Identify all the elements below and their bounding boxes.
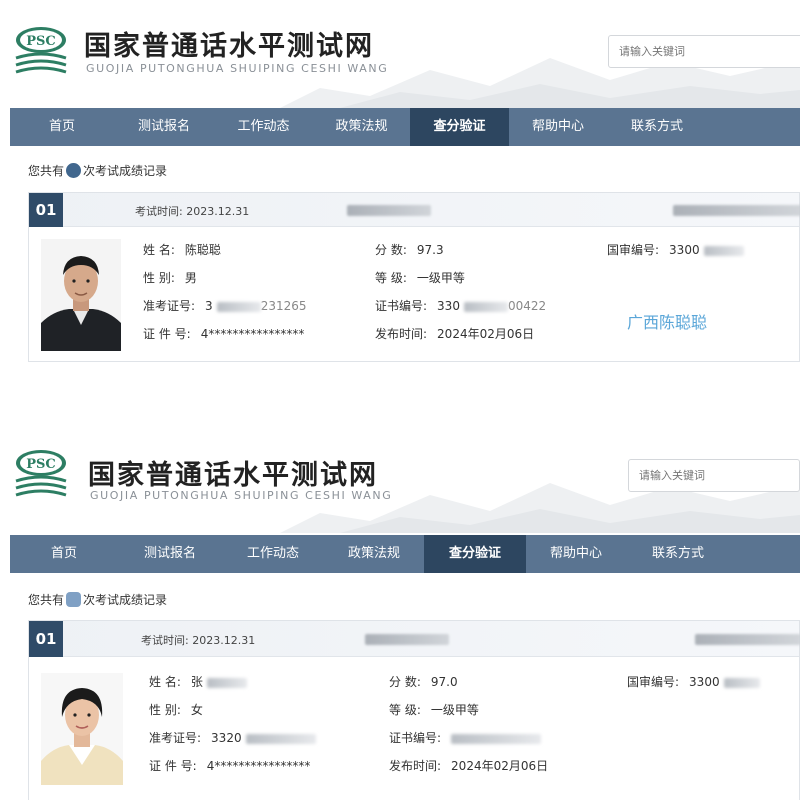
nav-contact[interactable]: 联系方式	[626, 535, 730, 573]
ticket-number-field: 准考证号: 3 231265	[143, 299, 307, 313]
nav-news[interactable]: 工作动态	[222, 535, 324, 573]
level-field: 等 级: 一级甲等	[375, 271, 465, 285]
record-count-line: 您共有 次考试成绩记录	[28, 162, 167, 179]
svg-text:PSC: PSC	[26, 457, 56, 472]
site-subtitle: GUOJIA PUTONGHUA SHUIPING CESHI WANG	[90, 489, 393, 502]
exam-time: 考试时间: 2023.12.31	[135, 205, 250, 218]
record-count-line: 您共有 次考试成绩记录	[28, 591, 167, 608]
candidate-photo	[41, 673, 123, 785]
record-count-suffix: 次考试成绩记录	[83, 164, 168, 178]
record-index: 01	[29, 621, 63, 657]
name-field: 姓 名: 张	[149, 673, 247, 690]
record-count-suffix: 次考试成绩记录	[83, 593, 168, 607]
redacted-block	[695, 634, 800, 645]
redacted-block	[673, 205, 800, 216]
nav-register[interactable]: 测试报名	[114, 108, 214, 146]
score-value: 97.3	[416, 243, 444, 257]
certificate-number-field: 证书编号: 330 00422	[375, 299, 547, 313]
record-count-prefix: 您共有	[28, 164, 65, 178]
candidate-name: 陈聪聪	[184, 243, 221, 257]
psc-logo[interactable]: PSC	[14, 447, 74, 501]
svg-text:PSC: PSC	[26, 34, 56, 49]
main-nav: 首页 测试报名 工作动态 政策法规 查分验证 帮助中心 联系方式	[10, 535, 800, 573]
screenshot-panel-2: PSC 国家普通话水平测试网 GUOJIA PUTONGHUA SHUIPING…	[0, 425, 800, 800]
score-value: 97.0	[430, 675, 458, 689]
publish-time-field: 发布时间: 2024年02月06日	[375, 327, 535, 341]
card-header: 01 考试时间: 2023.12.31	[29, 621, 800, 657]
nav-contact[interactable]: 联系方式	[607, 108, 707, 146]
record-count-prefix: 您共有	[28, 593, 65, 607]
site-title: 国家普通话水平测试网	[84, 31, 374, 62]
ticket-number-field: 准考证号: 3320	[149, 729, 316, 746]
level-field: 等 级: 一级甲等	[389, 703, 479, 717]
site-title: 国家普通话水平测试网	[88, 460, 378, 491]
nav-home[interactable]: 首页	[10, 108, 114, 146]
score-record-card: 01 考试时间: 2023.12.31 姓 名: 张 性 别: 女 准考证号: …	[28, 620, 800, 800]
site-header: PSC 国家普通话水平测试网 GUOJIA PUTONGHUA SHUIPING…	[0, 0, 800, 108]
card-header: 01 考试时间: 2023.12.31	[29, 193, 800, 227]
candidate-name: 张	[190, 675, 203, 689]
nav-policy[interactable]: 政策法规	[313, 108, 410, 146]
id-number-field: 证 件 号: 4****************	[149, 759, 311, 773]
record-count-redacted	[66, 163, 82, 178]
site-header: PSC 国家普通话水平测试网 GUOJIA PUTONGHUA SHUIPING…	[0, 425, 800, 533]
publish-time-field: 发布时间: 2024年02月06日	[389, 759, 549, 773]
redacted-block	[365, 634, 449, 645]
score-record-card: 01 考试时间: 2023.12.31 姓 名: 陈聪聪 性 别: 男 准考证号…	[28, 192, 800, 362]
score-field: 分 数: 97.3	[375, 243, 444, 257]
search-input[interactable]	[628, 459, 800, 492]
national-number-field: 国审编号: 3300	[607, 241, 744, 258]
gender-field: 性 别: 男	[143, 271, 197, 285]
record-index: 01	[29, 193, 63, 227]
search-input[interactable]	[608, 35, 800, 68]
candidate-photo	[41, 239, 121, 351]
redacted-block	[347, 205, 431, 216]
nav-policy[interactable]: 政策法规	[324, 535, 424, 573]
score-field: 分 数: 97.0	[389, 675, 458, 689]
site-subtitle: GUOJIA PUTONGHUA SHUIPING CESHI WANG	[86, 62, 389, 75]
nav-register[interactable]: 测试报名	[118, 535, 222, 573]
nav-help[interactable]: 帮助中心	[526, 535, 626, 573]
nav-news[interactable]: 工作动态	[214, 108, 313, 146]
nav-score-query[interactable]: 查分验证	[410, 108, 509, 146]
nav-score-query[interactable]: 查分验证	[424, 535, 526, 573]
gender-field: 性 别: 女	[149, 703, 203, 717]
main-nav: 首页 测试报名 工作动态 政策法规 查分验证 帮助中心 联系方式	[10, 108, 800, 146]
psc-logo[interactable]: PSC	[14, 24, 74, 78]
record-count-redacted	[66, 592, 82, 607]
national-number-field: 国审编号: 3300	[627, 673, 760, 690]
watermark-text: 广西陈聪聪	[627, 313, 708, 332]
screenshot-panel-1: PSC 国家普通话水平测试网 GUOJIA PUTONGHUA SHUIPING…	[0, 0, 800, 400]
name-field: 姓 名: 陈聪聪	[143, 243, 221, 257]
id-number-field: 证 件 号: 4****************	[143, 327, 305, 341]
exam-time: 考试时间: 2023.12.31	[141, 634, 256, 647]
certificate-number-field: 证书编号:	[389, 729, 542, 746]
nav-help[interactable]: 帮助中心	[509, 108, 607, 146]
nav-home[interactable]: 首页	[10, 535, 118, 573]
